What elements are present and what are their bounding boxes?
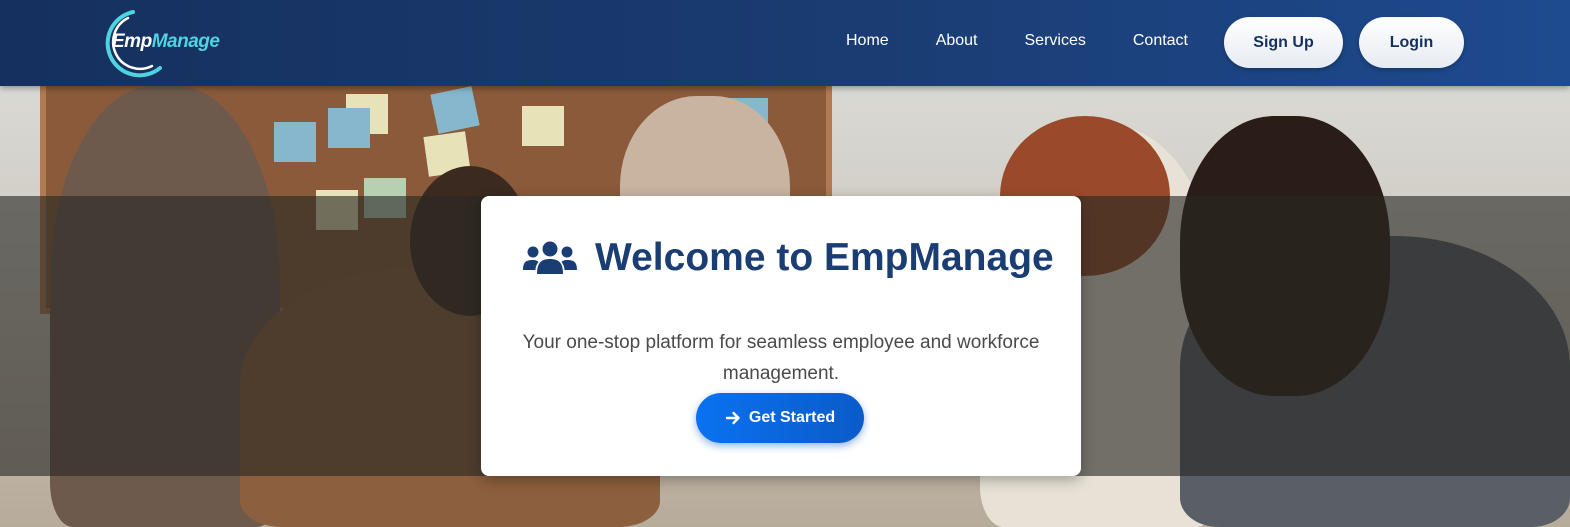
signup-button[interactable]: Sign Up	[1224, 17, 1343, 68]
nav-links: Home About Services Contact	[846, 31, 1235, 51]
login-button[interactable]: Login	[1359, 17, 1464, 68]
nav-link-contact[interactable]: Contact	[1133, 31, 1188, 51]
sticky-note	[522, 106, 564, 146]
sticky-note	[328, 108, 370, 148]
get-started-label: Get Started	[748, 409, 836, 426]
users-icon	[523, 241, 577, 274]
nav-link-home[interactable]: Home	[846, 31, 889, 51]
logo-text-manage: Manage	[151, 31, 220, 52]
nav-link-about[interactable]: About	[936, 31, 978, 51]
nav-link-services[interactable]: Services	[1025, 31, 1086, 51]
navbar: EmpManage Home About Services Contact Si…	[0, 0, 1570, 86]
welcome-card: Welcome to EmpManage Your one-stop platf…	[481, 196, 1081, 476]
logo-text-emp: Emp	[112, 31, 152, 52]
brand-logo[interactable]: EmpManage	[88, 8, 220, 78]
logo-text: EmpManage	[112, 31, 220, 53]
welcome-heading: Welcome to EmpManage	[523, 234, 1054, 282]
sticky-note	[274, 122, 316, 162]
sticky-note	[430, 86, 480, 134]
page-title: Welcome to EmpManage	[595, 236, 1054, 279]
arrow-right-icon	[725, 411, 740, 425]
welcome-subtitle: Your one-stop platform for seamless empl…	[522, 332, 1040, 384]
get-started-button[interactable]: Get Started	[696, 393, 864, 443]
